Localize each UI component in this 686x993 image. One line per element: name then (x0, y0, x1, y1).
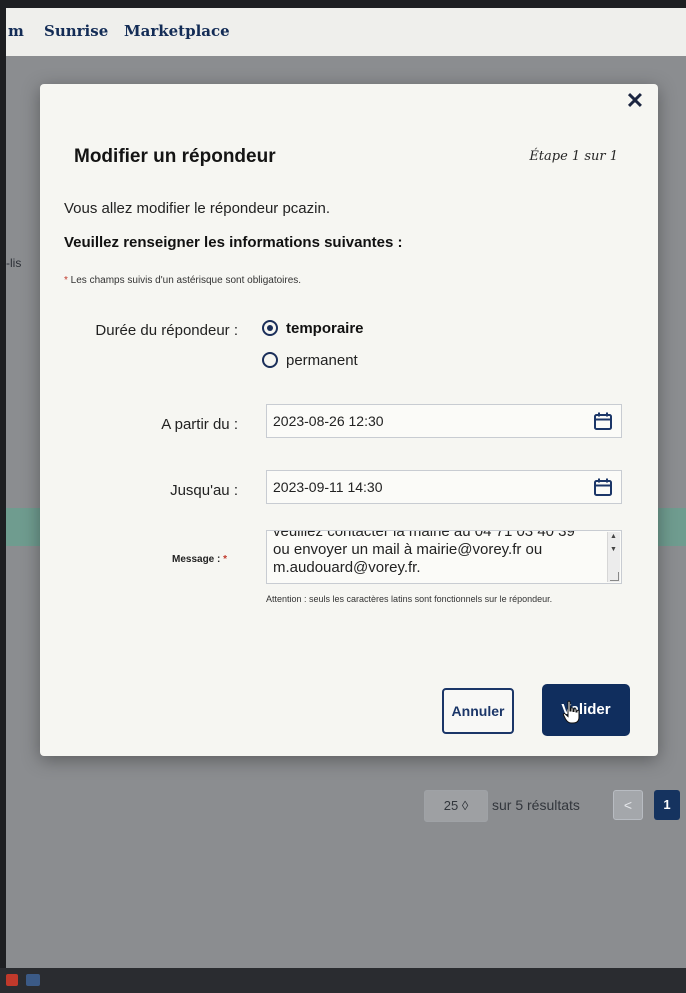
background-sidebar-text: -lis (6, 256, 22, 270)
edit-responder-dialog: ✕ Modifier un répondeur Étape 1 sur 1 Vo… (40, 84, 658, 756)
start-date-input[interactable]: 2023-08-26 12:30 (266, 404, 622, 438)
hand-cursor-icon (562, 700, 580, 724)
scroll-down-icon[interactable]: ▼ (610, 546, 617, 553)
end-date-input[interactable]: 2023-09-11 14:30 (266, 470, 622, 504)
page-1-button[interactable]: 1 (654, 790, 680, 820)
step-indicator: Étape 1 sur 1 (529, 149, 618, 164)
radio-permanent[interactable]: permanent (262, 350, 358, 370)
calendar-icon[interactable] (593, 477, 613, 497)
start-date-label: A partir du : (161, 416, 238, 433)
radio-checked-icon[interactable] (262, 320, 278, 336)
required-info-heading: Veuillez renseigner les informations sui… (64, 234, 403, 251)
message-line: m.audouard@vorey.fr. (273, 559, 421, 576)
screen: m Sunrise Marketplace -lis 25 ◊ sur 5 ré… (6, 8, 686, 968)
nav-item-marketplace[interactable]: Marketplace (124, 22, 230, 40)
start-date-value[interactable]: 2023-08-26 12:30 (273, 413, 384, 429)
radio-temporaire[interactable]: temporaire (262, 318, 364, 338)
page-size-select[interactable]: 25 ◊ (424, 790, 488, 822)
latin-characters-warning: Attention : seuls les caractères latins … (266, 594, 553, 604)
end-date-label: Jusqu'au : (170, 482, 238, 499)
nav-item-truncated[interactable]: m (8, 22, 24, 40)
results-count: sur 5 résultats (492, 797, 580, 813)
message-label-text: Message : (172, 554, 221, 565)
dialog-intro-text: Vous allez modifier le répondeur pcazin. (64, 200, 330, 217)
dialog-title: Modifier un répondeur (74, 146, 276, 167)
close-icon[interactable]: ✕ (624, 90, 646, 112)
pagination: 25 ◊ sur 5 résultats < 1 (6, 786, 686, 826)
end-date-value[interactable]: 2023-09-11 14:30 (273, 479, 383, 495)
cancel-button[interactable]: Annuler (442, 688, 514, 734)
message-textarea[interactable]: veuillez contacter la mairie au 04 71 03… (266, 530, 622, 584)
radio-unchecked-icon[interactable] (262, 352, 278, 368)
message-label: Message : * (172, 554, 227, 565)
required-fields-note: * Les champs suivis d'un astérisque sont… (64, 275, 301, 286)
app-icon[interactable] (6, 974, 18, 986)
message-line: veuillez contacter la mairie au 04 71 03… (273, 530, 575, 540)
scroll-up-icon[interactable]: ▲ (610, 533, 617, 540)
radio-permanent-label[interactable]: permanent (286, 352, 358, 369)
top-navigation-bar: m Sunrise Marketplace (6, 8, 686, 56)
nav-item-sunrise[interactable]: Sunrise (44, 22, 108, 40)
calendar-icon[interactable] (593, 411, 613, 431)
taskbar (0, 968, 686, 993)
validate-button[interactable]: Valider (542, 684, 630, 736)
message-line: ou envoyer un mail à mairie@vorey.fr ou (273, 541, 543, 558)
message-required-asterisk: * (223, 554, 228, 565)
resize-grip-icon[interactable] (610, 572, 619, 581)
folder-icon[interactable] (26, 974, 40, 986)
duration-label: Durée du répondeur : (95, 322, 238, 339)
radio-temporaire-label[interactable]: temporaire (286, 320, 364, 337)
message-text[interactable]: veuillez contacter la mairie au 04 71 03… (273, 530, 593, 577)
previous-page-button[interactable]: < (613, 790, 643, 820)
required-note-text: Les champs suivis d'un astérisque sont o… (67, 275, 302, 286)
